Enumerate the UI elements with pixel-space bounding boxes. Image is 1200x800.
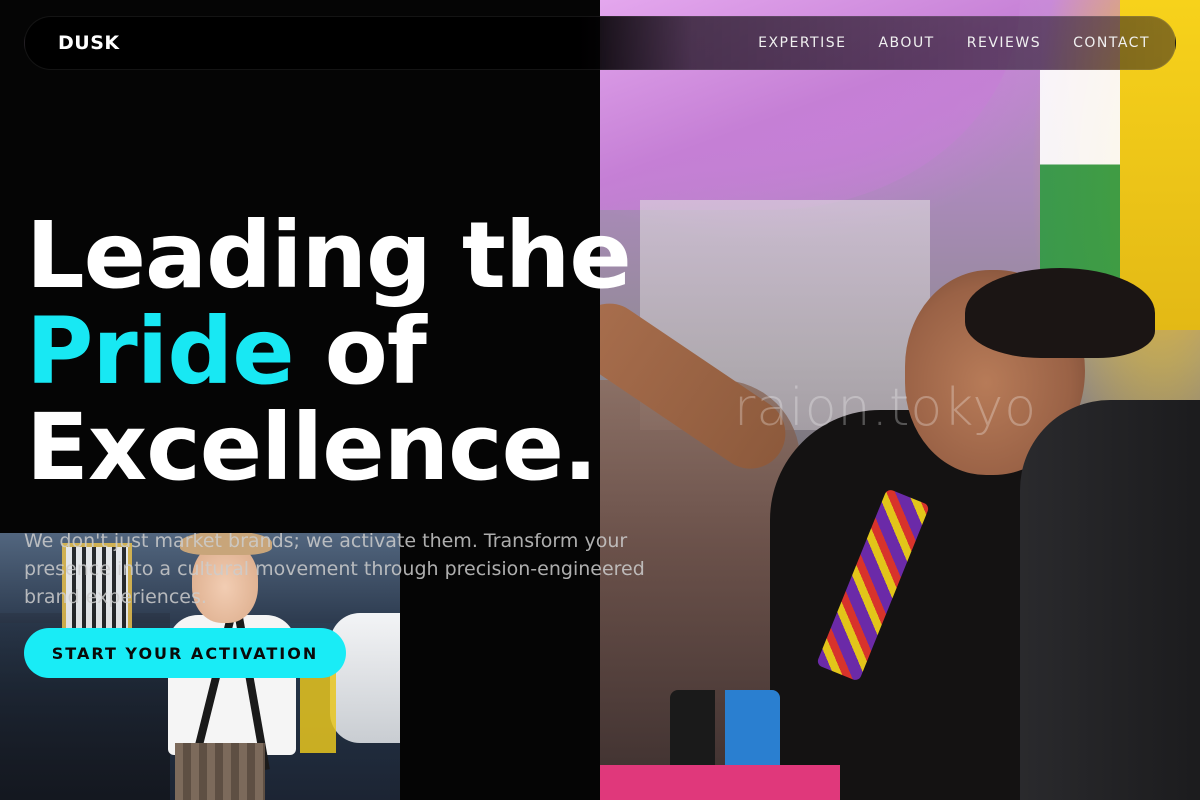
photo-leather-jacket [1020, 400, 1200, 800]
nav-link-reviews[interactable]: REVIEWS [967, 35, 1041, 51]
top-navbar: DUSK EXPERTISE ABOUT REVIEWS CONTACT [24, 16, 1176, 70]
start-activation-button[interactable]: START YOUR ACTIVATION [24, 628, 346, 678]
hero-title-line2-rest: of [293, 298, 427, 405]
landing-page: raion.tokyo Leading the Pride of Excelle… [0, 0, 1200, 800]
hero-title-line3: Excellence. [26, 394, 598, 501]
photo-car [330, 613, 400, 743]
nav-link-expertise[interactable]: EXPERTISE [758, 35, 846, 51]
hero-description: We don't just market brands; we activate… [24, 530, 645, 608]
photo-person-hair [965, 268, 1155, 358]
photo-watermark: raion.tokyo [734, 378, 1038, 438]
hero-title: Leading the Pride of Excellence. [26, 208, 632, 496]
photo-plaid-skirt [175, 743, 265, 800]
nav-link-contact[interactable]: CONTACT [1073, 35, 1150, 51]
photo-green-sign [1040, 70, 1120, 280]
photo-pink-table [600, 765, 840, 800]
hero-title-line1: Leading the [26, 202, 632, 309]
nav-links: EXPERTISE ABOUT REVIEWS CONTACT [758, 35, 1150, 51]
hero-title-accent: Pride [26, 298, 295, 405]
brand-logo[interactable]: DUSK [58, 32, 120, 54]
nav-link-about[interactable]: ABOUT [878, 35, 934, 51]
